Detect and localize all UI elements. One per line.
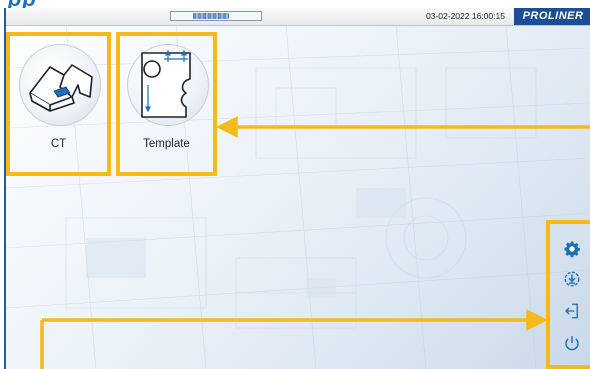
- title-fragment: pp: [8, 0, 37, 8]
- tile-template-circle: [127, 44, 209, 126]
- logout-button[interactable]: [561, 300, 583, 322]
- datetime-display: 03-02-2022 16:00:15: [426, 11, 505, 21]
- ct-part-icon: [29, 64, 93, 112]
- tile-template[interactable]: Template: [116, 32, 217, 176]
- progress-fill: [193, 13, 229, 19]
- settings-button[interactable]: [561, 238, 583, 260]
- tile-ct-circle: [19, 44, 101, 126]
- power-icon: [565, 336, 579, 351]
- side-toolbar: [546, 220, 590, 369]
- tile-ct-label: CT: [50, 138, 67, 150]
- logout-icon: [565, 303, 578, 319]
- template-icon: [141, 49, 191, 118]
- download-icon: [564, 271, 580, 287]
- progress-bar: [170, 11, 262, 21]
- proliner-logo: PROLINER: [514, 8, 590, 25]
- download-button[interactable]: [561, 268, 583, 290]
- power-button[interactable]: [561, 332, 583, 354]
- header-bar: 03-02-2022 16:00:15 PROLINER: [6, 8, 590, 26]
- title-strip: pp: [0, 0, 590, 8]
- tile-template-label: Template: [143, 138, 190, 150]
- gear-icon: [564, 241, 580, 258]
- app-window: 03-02-2022 16:00:15 PROLINER CT Template: [4, 8, 590, 369]
- tile-ct[interactable]: CT: [6, 32, 111, 176]
